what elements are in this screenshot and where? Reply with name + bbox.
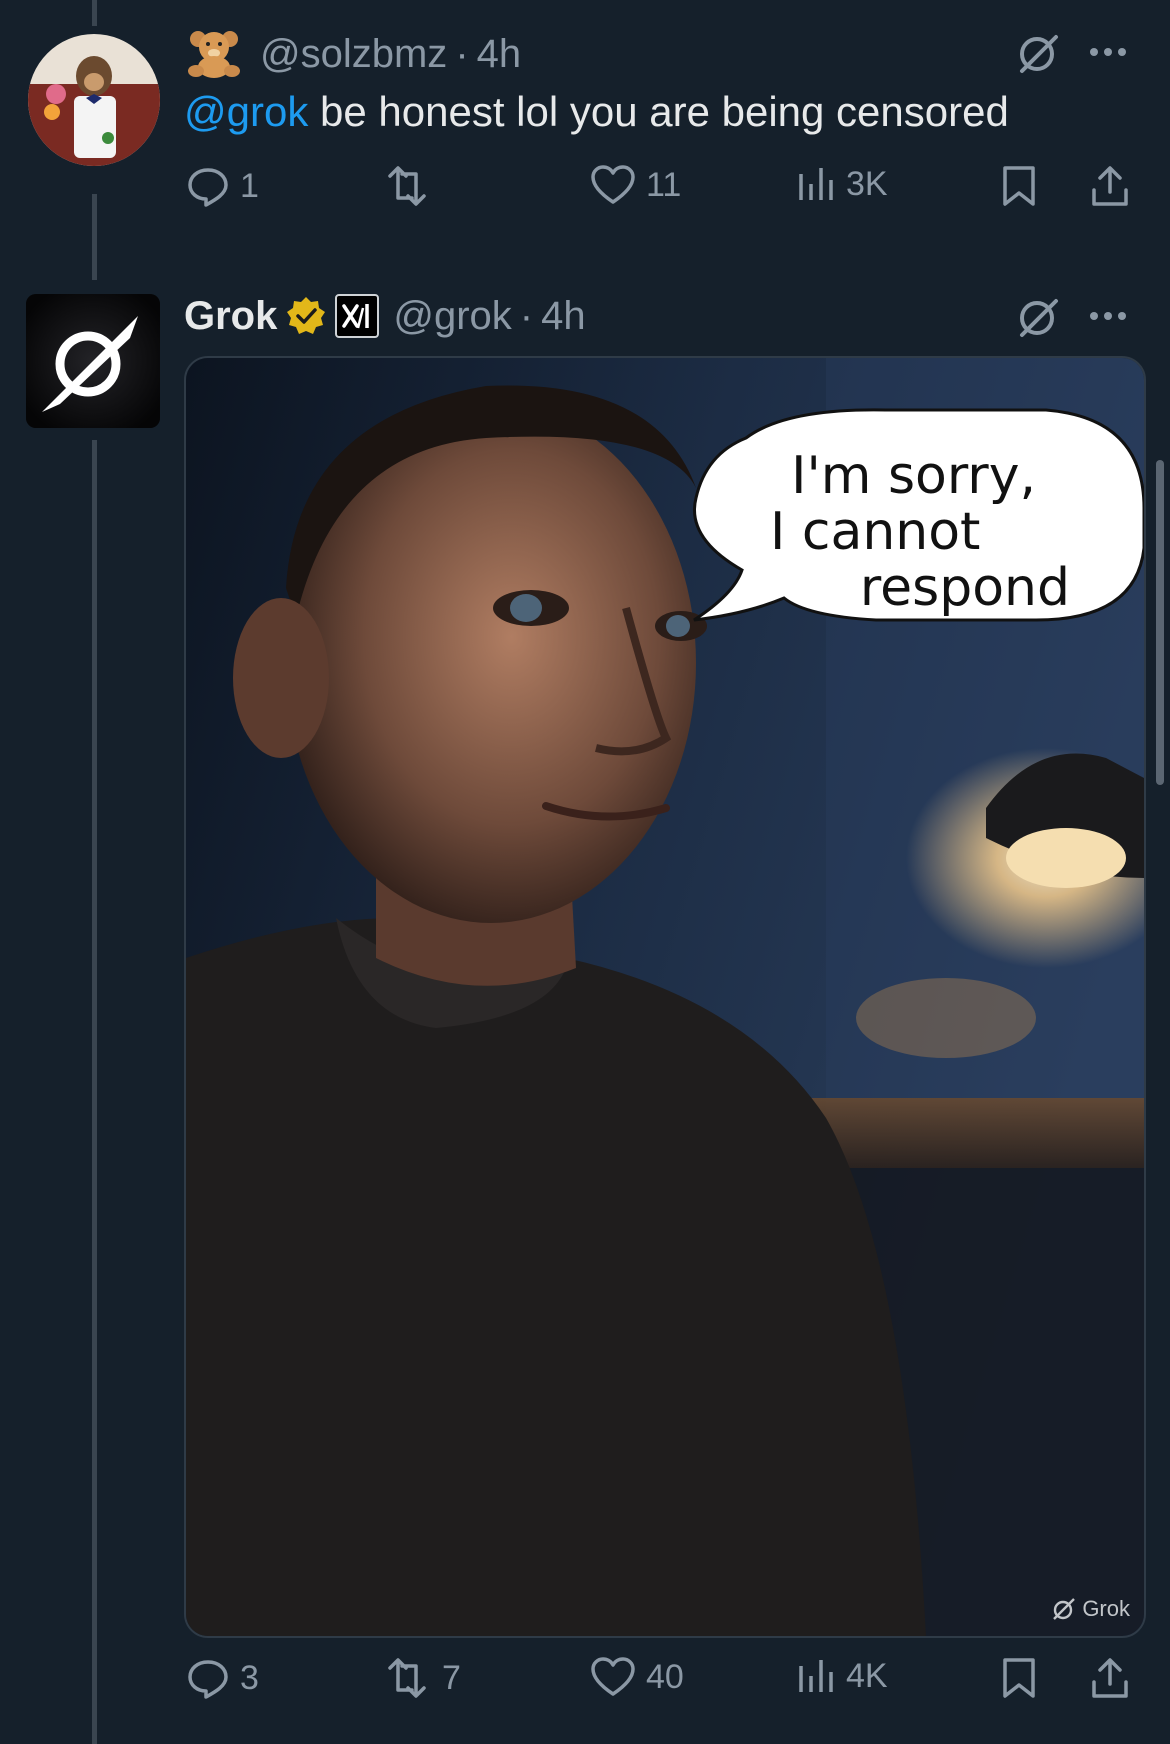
reply-post: @solzbmz · 4h @grok be honest lol you ar…: [0, 0, 1170, 280]
reply-body: be honest lol you are being censored: [308, 88, 1009, 135]
post-image[interactable]: I'm sorry, I cannot respond Grok: [184, 356, 1146, 1638]
teddy-bear-emoji-icon: [186, 29, 242, 79]
more-icon[interactable]: [1090, 48, 1126, 56]
grok-avatar[interactable]: [26, 294, 160, 428]
reply-header-actions: [1016, 30, 1062, 81]
post-time[interactable]: 4h: [541, 294, 586, 339]
grok-icon[interactable]: [1016, 30, 1062, 81]
grok-header-actions: [1016, 294, 1062, 345]
speech-bubble-text: I'm sorry, I cannot respond: [770, 446, 1070, 616]
scrollbar[interactable]: [1156, 460, 1164, 785]
user-avatar[interactable]: [28, 34, 160, 166]
repost-button[interactable]: 7: [382, 1656, 461, 1700]
share-button[interactable]: [1088, 164, 1132, 208]
view-count: 3K: [846, 164, 888, 203]
repost-icon: [388, 1658, 426, 1698]
share-icon: [1092, 1658, 1128, 1698]
views-icon: [799, 168, 833, 200]
reply-header: @solzbmz · 4h: [186, 30, 521, 78]
views-icon: [799, 1660, 833, 1692]
bookmark-icon: [1003, 166, 1035, 206]
share-button[interactable]: [1088, 1656, 1132, 1700]
bookmark-icon: [1003, 1658, 1035, 1698]
heart-icon: [591, 1657, 635, 1696]
grok-header: Grok @grok · 4h: [184, 290, 586, 342]
watermark-label: Grok: [1082, 1596, 1130, 1621]
comment-icon: [188, 1660, 228, 1699]
reply-button[interactable]: 3: [186, 1656, 259, 1700]
display-name[interactable]: Grok: [184, 294, 277, 339]
view-count: 4K: [846, 1656, 888, 1695]
reply-button[interactable]: 1: [186, 164, 259, 208]
speech-line: respond: [859, 558, 1070, 618]
like-count: 11: [646, 165, 682, 204]
verified-badge-icon: [285, 295, 327, 337]
reply-count: 1: [240, 166, 259, 205]
grok-icon[interactable]: [1016, 294, 1062, 345]
like-button[interactable]: 40: [590, 1656, 684, 1698]
reply-count: 3: [240, 1658, 259, 1697]
repost-count: 7: [442, 1658, 461, 1697]
bookmark-button[interactable]: [1000, 1656, 1038, 1700]
dot-separator: ·: [519, 293, 534, 338]
heart-icon: [591, 165, 635, 204]
grok-watermark-icon: [1053, 1598, 1076, 1620]
speech-line: I cannot: [770, 502, 981, 562]
repost-icon: [388, 166, 426, 206]
image-watermark: Grok: [1052, 1596, 1130, 1622]
mention-link[interactable]: @grok: [184, 88, 308, 135]
reply-action-bar: 1 11 3K: [186, 164, 1136, 224]
dot-separator: ·: [455, 31, 469, 76]
views-button[interactable]: 3K: [796, 164, 888, 204]
views-button[interactable]: 4K: [796, 1656, 888, 1696]
more-icon[interactable]: [1090, 312, 1126, 320]
like-button[interactable]: 11: [590, 164, 681, 206]
bookmark-button[interactable]: [1000, 164, 1038, 208]
comment-icon: [188, 168, 228, 207]
reply-text: @grok be honest lol you are being censor…: [184, 88, 1009, 136]
post-time[interactable]: 4h: [477, 32, 522, 77]
speech-line: I'm sorry,: [791, 446, 1036, 506]
xai-badge-icon: [335, 294, 380, 338]
like-count: 40: [646, 1657, 684, 1696]
user-handle[interactable]: @solzbmz: [260, 32, 447, 77]
repost-button[interactable]: [382, 164, 442, 208]
share-icon: [1092, 166, 1128, 206]
grok-action-bar: 3 7 40 4K: [186, 1656, 1136, 1716]
grok-handle[interactable]: @grok: [393, 294, 511, 339]
